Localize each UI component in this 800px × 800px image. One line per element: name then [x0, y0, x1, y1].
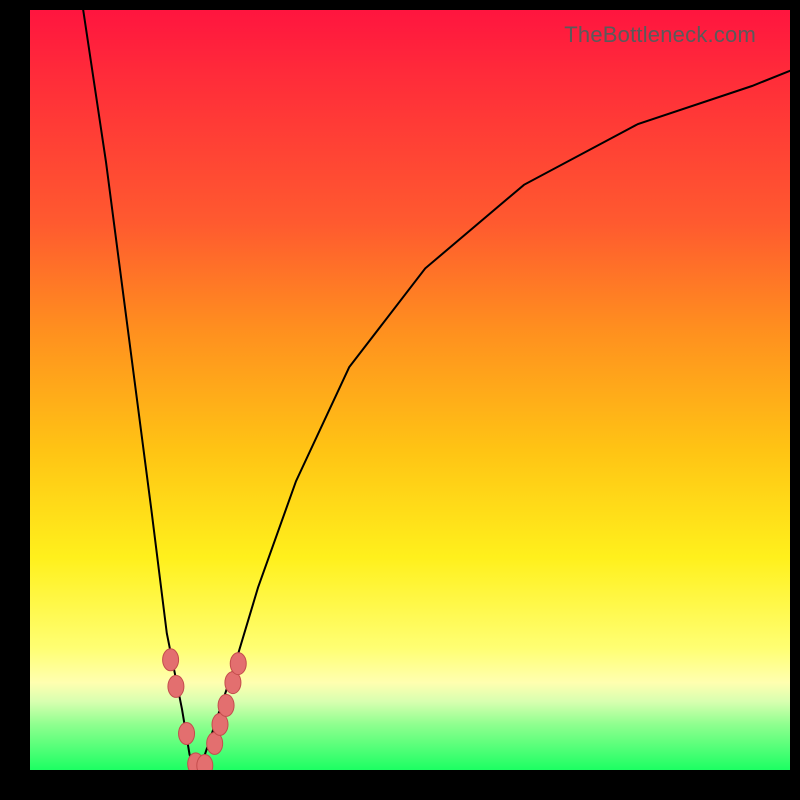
bead-point: [168, 675, 184, 697]
bead-point: [179, 723, 195, 745]
bead-point: [218, 694, 234, 716]
bead-point: [197, 754, 213, 770]
curve-left-branch: [83, 10, 197, 770]
bead-point: [230, 653, 246, 675]
chart-overlay: [30, 10, 790, 770]
chart-frame: TheBottleneck.com: [0, 0, 800, 800]
beads-group: [163, 649, 247, 770]
bead-point: [163, 649, 179, 671]
plot-area: TheBottleneck.com: [30, 10, 790, 770]
curve-right-branch: [197, 71, 790, 770]
